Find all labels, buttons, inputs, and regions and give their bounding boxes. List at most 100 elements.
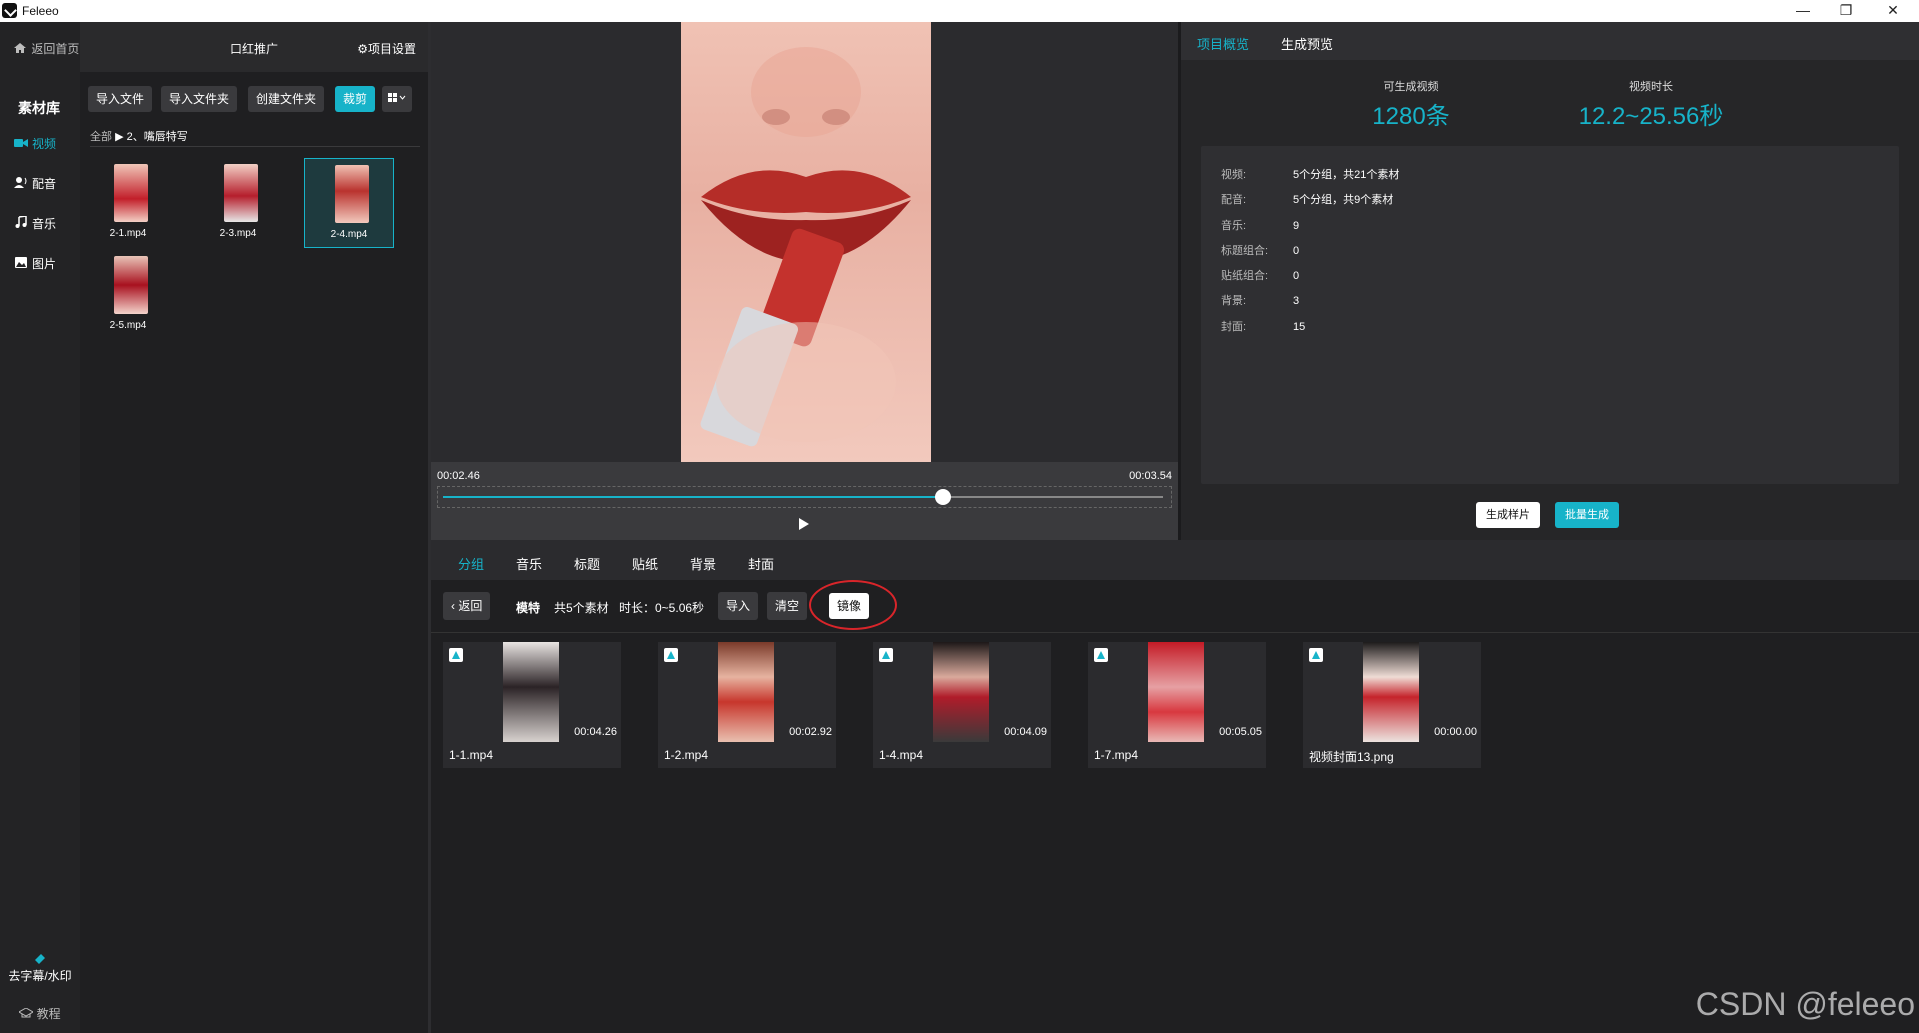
- detail-key: 标题组合:: [1221, 245, 1269, 257]
- restore-button[interactable]: ❐: [1826, 0, 1866, 22]
- detail-value: 5个分组，共9个素材: [1293, 194, 1394, 206]
- overview-details: 视频: 5个分组，共21个素材 配音: 5个分组，共9个素材 音乐: 9 标题组合: 0…: [1201, 146, 1899, 484]
- file-item[interactable]: 2-5.mp4: [84, 250, 172, 338]
- detail-key: 背景:: [1221, 295, 1247, 307]
- tab-project-overview[interactable]: 项目概览: [1197, 34, 1249, 53]
- nav-item-music[interactable]: 音乐: [14, 215, 56, 232]
- detail-row: 音乐: 9: [1221, 217, 1299, 233]
- import-folder-button[interactable]: 导入文件夹: [161, 86, 238, 112]
- clip-card[interactable]: 00:02.92 1-2.mp4: [658, 642, 836, 768]
- clip-card[interactable]: 00:04.26 1-1.mp4: [443, 642, 621, 768]
- breadcrumb-root[interactable]: 全部: [90, 131, 112, 143]
- eraser-icon: [0, 952, 80, 967]
- breadcrumb: 全部 ▶ 2、嘴唇特写: [90, 128, 188, 144]
- clear-button[interactable]: 清空: [767, 592, 808, 620]
- nav-label-image: 图片: [32, 257, 57, 271]
- clip-thumbnail: [718, 642, 774, 742]
- nav-label-dubbing: 配音: [32, 177, 57, 191]
- detail-value: 9: [1293, 220, 1300, 232]
- clip-duration: 00:04.09: [1004, 726, 1047, 738]
- nav-label-video: 视频: [32, 137, 57, 151]
- clip-card[interactable]: 00:04.09 1-4.mp4: [873, 642, 1051, 768]
- import-button[interactable]: 导入: [718, 592, 759, 620]
- clip-name: 视频封面13.png: [1309, 750, 1394, 764]
- tab-cover[interactable]: 封面: [748, 554, 774, 573]
- create-folder-button[interactable]: 创建文件夹: [248, 86, 325, 112]
- clip-card[interactable]: 00:00.00 视频封面13.png: [1303, 642, 1481, 768]
- nav-item-dubbing[interactable]: 配音: [14, 175, 56, 192]
- detail-value: 3: [1293, 295, 1300, 307]
- nav-item-image[interactable]: 图片: [14, 255, 56, 272]
- app-logo-icon: [2, 3, 17, 18]
- nav-item-video[interactable]: 视频: [14, 135, 56, 152]
- group-count: 共5个素材: [554, 601, 609, 615]
- tab-title[interactable]: 标题: [574, 554, 600, 573]
- file-item[interactable]: 2-3.mp4: [194, 158, 282, 246]
- import-file-button[interactable]: 导入文件: [88, 86, 153, 112]
- tutorial-link[interactable]: 教程: [0, 1005, 80, 1022]
- crop-button[interactable]: 裁剪: [335, 86, 376, 112]
- editor-tabs: 分组 音乐 标题 贴纸 背景 封面: [431, 540, 1919, 580]
- detail-row: 标题组合: 0: [1221, 242, 1299, 258]
- tab-background[interactable]: 背景: [690, 554, 716, 573]
- file-thumbnail: [114, 256, 148, 314]
- breadcrumb-separator-icon: ▶: [115, 131, 124, 143]
- generate-sample-button[interactable]: 生成样片: [1476, 502, 1540, 528]
- clip-thumbnail: [933, 642, 989, 742]
- dubbing-icon: [14, 176, 28, 191]
- file-item-selected[interactable]: 2-4.mp4: [304, 158, 394, 248]
- back-button[interactable]: ‹ 返回: [443, 592, 491, 620]
- watermark-text: CSDN @feleeo: [1695, 986, 1915, 1022]
- minimize-button[interactable]: —: [1783, 0, 1823, 22]
- clip-duration: 00:02.92: [789, 726, 832, 738]
- batch-generate-button[interactable]: 批量生成: [1555, 502, 1619, 528]
- clip-duration: 00:00.00: [1434, 726, 1477, 738]
- file-name: 2-4.mp4: [330, 229, 368, 240]
- gear-icon: ⚙: [357, 42, 368, 56]
- tab-sticker[interactable]: 贴纸: [632, 554, 658, 573]
- project-settings-button[interactable]: ⚙项目设置: [357, 40, 416, 57]
- clip-card[interactable]: 00:05.05 1-7.mp4: [1088, 642, 1266, 768]
- detail-key: 封面:: [1221, 321, 1247, 333]
- detail-value: 5个分组，共21个素材: [1293, 169, 1400, 181]
- stat-videos: 可生成视频 1280条: [1341, 78, 1481, 131]
- file-item[interactable]: 2-1.mp4: [84, 158, 172, 246]
- tutorial-label: 教程: [36, 1007, 61, 1021]
- view-mode-dropdown[interactable]: [382, 86, 412, 112]
- detail-key: 音乐:: [1221, 220, 1247, 232]
- library-title: 素材库: [18, 100, 60, 116]
- home-label: 返回首页: [31, 42, 80, 56]
- video-preview: [431, 22, 1178, 464]
- timeline-track[interactable]: [443, 489, 1163, 505]
- remove-subtitle-watermark-tool[interactable]: 去字幕/水印: [0, 952, 80, 984]
- remove-subtitle-label: 去字幕/水印: [8, 969, 72, 983]
- file-thumbnail: [335, 165, 369, 223]
- player-bar: 00:02.46 00:03.54: [431, 462, 1178, 540]
- video-frame-image: [700, 47, 911, 447]
- detail-row: 视频: 5个分组，共21个素材: [1221, 166, 1399, 182]
- video-camera-icon: [14, 137, 28, 151]
- detail-key: 贴纸组合:: [1221, 270, 1269, 282]
- material-panel: 口红推广 ⚙项目设置 导入文件 导入文件夹 创建文件夹 裁剪 全部 ▶ 2、嘴唇…: [80, 22, 431, 1033]
- home-link[interactable]: 返回首页: [14, 40, 79, 57]
- highlight-circle: [809, 580, 897, 630]
- stat-value: 12.2~25.56秒: [1578, 103, 1724, 130]
- tab-groups[interactable]: 分组: [458, 554, 484, 573]
- stat-label: 可生成视频: [1383, 81, 1439, 93]
- panel-header: 口红推广 ⚙项目设置: [80, 22, 428, 72]
- group-duration: 时长：0~5.06秒: [619, 601, 705, 615]
- clip-type-icon: [879, 648, 893, 662]
- clip-duration: 00:05.05: [1219, 726, 1262, 738]
- clip-type-icon: [1309, 648, 1323, 662]
- stat-duration: 视频时长 12.2~25.56秒: [1551, 78, 1751, 131]
- detail-value: 0: [1293, 245, 1300, 257]
- play-icon[interactable]: [799, 518, 809, 530]
- window-title: Feleeo: [22, 4, 59, 18]
- group-editor: 分组 音乐 标题 贴纸 背景 封面 ‹ 返回 模特 共5个素材 时长：0~5.0…: [431, 540, 1919, 1033]
- clip-duration: 00:04.26: [574, 726, 617, 738]
- detail-key: 视频:: [1221, 169, 1247, 181]
- tab-generate-preview[interactable]: 生成预览: [1281, 34, 1333, 53]
- clip-thumbnail: [1148, 642, 1204, 742]
- close-button[interactable]: ✕: [1873, 0, 1913, 22]
- tab-music[interactable]: 音乐: [516, 554, 542, 573]
